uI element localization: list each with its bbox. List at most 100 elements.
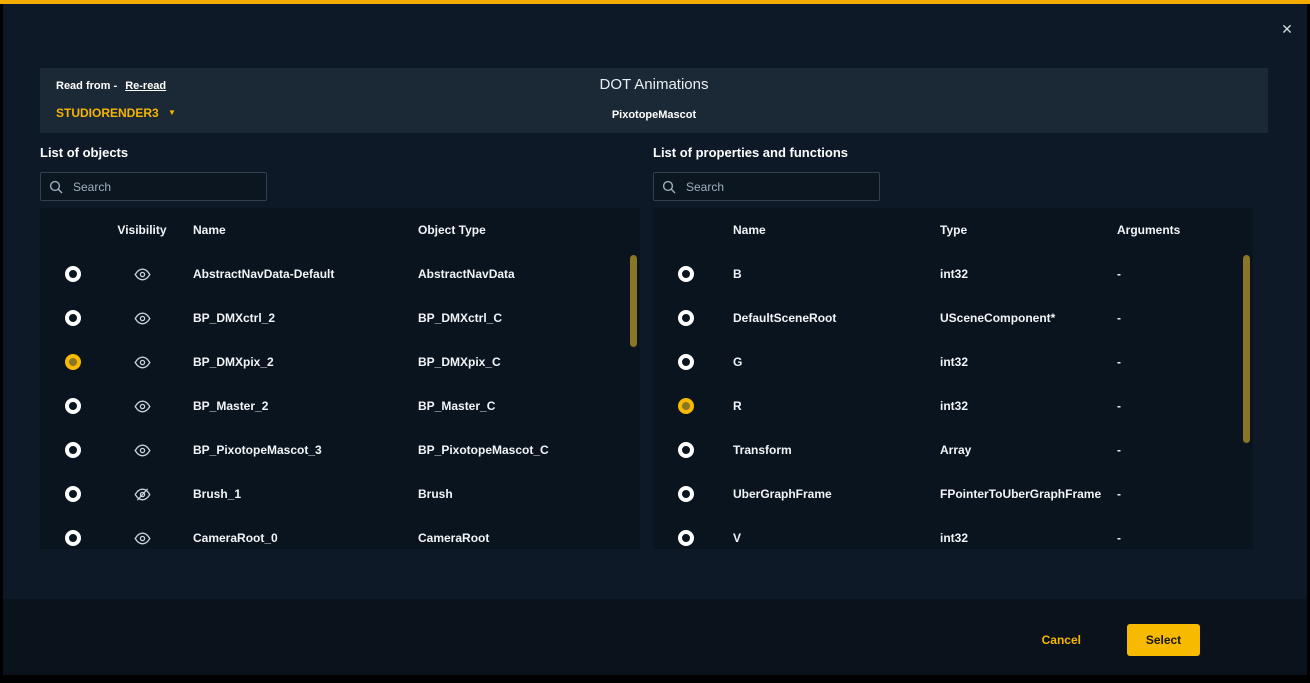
property-arguments: - <box>1117 267 1253 281</box>
row-radio[interactable] <box>678 398 694 414</box>
property-arguments: - <box>1117 531 1253 545</box>
property-type: int32 <box>940 355 1117 369</box>
eye-off-icon[interactable] <box>134 488 151 501</box>
object-name: CameraRoot_0 <box>178 531 418 545</box>
table-row[interactable]: BP_DMXctrl_2 BP_DMXctrl_C <box>40 296 640 340</box>
object-name: BP_PixotopeMascot_3 <box>178 443 418 457</box>
column-header-object-type: Object Type <box>418 223 640 237</box>
property-type: int32 <box>940 531 1117 545</box>
property-name: DefaultSceneRoot <box>719 311 940 325</box>
table-row[interactable]: G int32 - <box>653 340 1253 384</box>
property-arguments: - <box>1117 399 1253 413</box>
properties-table: Name Type Arguments B int32 - DefaultSce… <box>653 208 1253 549</box>
row-radio[interactable] <box>678 266 694 282</box>
table-row[interactable]: AbstractNavData-Default AbstractNavData <box>40 252 640 296</box>
object-name: Brush_1 <box>178 487 418 501</box>
eye-icon[interactable] <box>134 268 151 281</box>
object-name: BP_DMXpix_2 <box>178 355 418 369</box>
row-radio[interactable] <box>65 530 81 546</box>
table-row[interactable]: V int32 - <box>653 516 1253 549</box>
property-arguments: - <box>1117 311 1253 325</box>
object-type: AbstractNavData <box>418 267 640 281</box>
table-row[interactable]: Transform Array - <box>653 428 1253 472</box>
objects-table: Visibility Name Object Type AbstractNavD… <box>40 208 640 549</box>
object-type: Brush <box>418 487 640 501</box>
object-type: CameraRoot <box>418 531 640 545</box>
property-name: V <box>719 531 940 545</box>
property-name: G <box>719 355 940 369</box>
row-radio[interactable] <box>65 398 81 414</box>
property-arguments: - <box>1117 443 1253 457</box>
column-header-name: Name <box>178 223 418 237</box>
search-icon <box>662 180 676 194</box>
row-radio[interactable] <box>65 266 81 282</box>
property-type: Array <box>940 443 1117 457</box>
properties-search[interactable] <box>653 172 880 201</box>
row-radio[interactable] <box>65 310 81 326</box>
property-name: R <box>719 399 940 413</box>
object-type: BP_DMXpix_C <box>418 355 640 369</box>
select-button[interactable]: Select <box>1127 624 1200 656</box>
object-name: AbstractNavData-Default <box>178 267 418 281</box>
table-row[interactable]: B int32 - <box>653 252 1253 296</box>
footer-actions: Cancel Select <box>1042 624 1200 656</box>
properties-search-input[interactable] <box>684 179 871 195</box>
table-row[interactable]: BP_Master_2 BP_Master_C <box>40 384 640 428</box>
eye-icon[interactable] <box>134 444 151 457</box>
property-type: int32 <box>940 267 1117 281</box>
objects-table-header: Visibility Name Object Type <box>40 208 640 252</box>
property-type: int32 <box>940 399 1117 413</box>
column-header-arguments: Arguments <box>1117 223 1253 237</box>
row-radio[interactable] <box>678 486 694 502</box>
row-radio[interactable] <box>65 354 81 370</box>
column-header-name: Name <box>719 223 940 237</box>
dialog-header: Read from - Re-read STUDIORENDER3 ▼ DOT … <box>40 68 1268 133</box>
close-icon[interactable]: ✕ <box>1276 18 1298 40</box>
app-window: ✕ Read from - Re-read STUDIORENDER3 ▼ DO… <box>0 0 1310 683</box>
table-row[interactable]: Brush_1 Brush <box>40 472 640 516</box>
row-radio[interactable] <box>678 310 694 326</box>
property-arguments: - <box>1117 355 1253 369</box>
row-radio[interactable] <box>678 530 694 546</box>
eye-icon[interactable] <box>134 356 151 369</box>
properties-table-header: Name Type Arguments <box>653 208 1253 252</box>
table-row[interactable]: R int32 - <box>653 384 1253 428</box>
property-name: Transform <box>719 443 940 457</box>
row-radio[interactable] <box>65 442 81 458</box>
object-type: BP_PixotopeMascot_C <box>418 443 640 457</box>
object-name: BP_DMXctrl_2 <box>178 311 418 325</box>
eye-icon[interactable] <box>134 532 151 545</box>
table-row[interactable]: CameraRoot_0 CameraRoot <box>40 516 640 549</box>
object-type: BP_DMXctrl_C <box>418 311 640 325</box>
objects-search[interactable] <box>40 172 267 201</box>
object-name: BP_Master_2 <box>178 399 418 413</box>
row-radio[interactable] <box>678 354 694 370</box>
search-icon <box>49 180 63 194</box>
property-type: FPointerToUberGraphFrame <box>940 487 1117 501</box>
eye-icon[interactable] <box>134 312 151 325</box>
property-arguments: - <box>1117 487 1253 501</box>
table-row[interactable]: BP_DMXpix_2 BP_DMXpix_C <box>40 340 640 384</box>
table-row[interactable]: BP_PixotopeMascot_3 BP_PixotopeMascot_C <box>40 428 640 472</box>
cancel-button[interactable]: Cancel <box>1042 633 1081 647</box>
table-row[interactable]: UberGraphFrame FPointerToUberGraphFrame … <box>653 472 1253 516</box>
column-header-type: Type <box>940 223 1117 237</box>
objects-heading: List of objects <box>40 145 128 160</box>
properties-scrollbar[interactable] <box>1243 255 1250 443</box>
properties-heading: List of properties and functions <box>653 145 848 160</box>
objects-search-input[interactable] <box>71 179 258 195</box>
column-header-visibility: Visibility <box>106 223 178 237</box>
property-type: USceneComponent* <box>940 311 1117 325</box>
row-radio[interactable] <box>678 442 694 458</box>
row-radio[interactable] <box>65 486 81 502</box>
table-row[interactable]: DefaultSceneRoot USceneComponent* - <box>653 296 1253 340</box>
dialog-subtitle: PixotopeMascot <box>40 109 1268 121</box>
property-name: UberGraphFrame <box>719 487 940 501</box>
object-type: BP_Master_C <box>418 399 640 413</box>
eye-icon[interactable] <box>134 400 151 413</box>
property-name: B <box>719 267 940 281</box>
dialog-title: DOT Animations <box>40 76 1268 93</box>
objects-table-body: AbstractNavData-Default AbstractNavData … <box>40 252 640 549</box>
objects-scrollbar[interactable] <box>630 255 637 347</box>
properties-table-body: B int32 - DefaultSceneRoot USceneCompone… <box>653 252 1253 549</box>
